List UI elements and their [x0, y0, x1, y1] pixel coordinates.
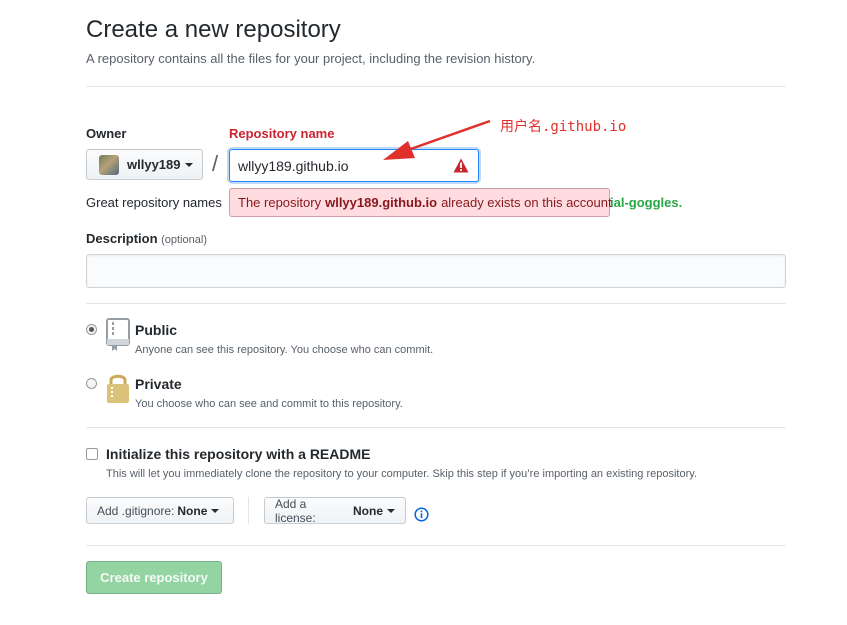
gitignore-value: None	[177, 503, 208, 518]
caret-down-icon	[387, 508, 395, 513]
description-input[interactable]	[86, 254, 786, 288]
license-value: None	[353, 503, 383, 518]
license-label: Add a license:	[275, 496, 316, 525]
caret-down-icon	[211, 508, 220, 513]
alert-icon	[453, 158, 469, 178]
page-subtitle: A repository contains all the files for …	[86, 51, 536, 66]
error-repo: wllyy189.github.io	[325, 195, 438, 210]
owner-label: Owner	[86, 126, 127, 141]
info-icon[interactable]	[414, 507, 429, 527]
create-repository-button[interactable]: Create repository	[86, 561, 222, 594]
divider	[86, 545, 786, 546]
repo-name-hint: Great repository names	[86, 195, 222, 210]
description-label: Description (optional)	[86, 231, 207, 246]
private-radio[interactable]	[86, 378, 97, 389]
divider	[248, 497, 249, 524]
caret-down-icon	[184, 162, 193, 167]
divider	[86, 303, 786, 304]
private-note: You choose who can see and commit to thi…	[135, 398, 403, 410]
owner-repo-separator: /	[212, 151, 219, 176]
annotation-text: 用户名.github.io	[500, 119, 627, 135]
repo-name-error: The repository wllyy189.github.io alread…	[229, 188, 612, 217]
readme-title: Initialize this repository with a README	[106, 446, 371, 462]
description-optional: (optional)	[161, 234, 207, 246]
description-label-text: Description	[86, 231, 158, 246]
error-suffix: already exists on this account	[441, 195, 612, 210]
public-title: Public	[135, 322, 178, 338]
owner-select-button[interactable]: wllyy189	[86, 149, 203, 180]
readme-note: This will let you immediately clone the …	[106, 468, 697, 480]
public-note: Anyone can see this repository. You choo…	[135, 344, 434, 356]
public-radio[interactable]	[86, 324, 97, 335]
divider	[86, 86, 786, 87]
repo-icon	[106, 318, 130, 357]
lock-icon	[106, 372, 130, 409]
gitignore-select-button[interactable]: Add .gitignore: None	[86, 497, 234, 524]
license-select-button[interactable]: Add a license: None	[264, 496, 406, 525]
divider	[86, 427, 786, 428]
owner-name: wllyy189	[127, 157, 181, 172]
private-title: Private	[135, 376, 182, 392]
repo-name-suggestion[interactable]: ial-goggles.	[610, 195, 682, 210]
readme-checkbox[interactable]	[86, 448, 98, 460]
repo-name-input[interactable]	[229, 149, 479, 182]
error-prefix: The repository	[238, 195, 322, 210]
annotation-arrow	[383, 119, 491, 160]
gitignore-label: Add .gitignore:	[97, 503, 175, 518]
avatar	[99, 154, 119, 175]
repo-name-label: Repository name	[229, 126, 335, 141]
page-title: Create a new repository	[86, 16, 341, 43]
